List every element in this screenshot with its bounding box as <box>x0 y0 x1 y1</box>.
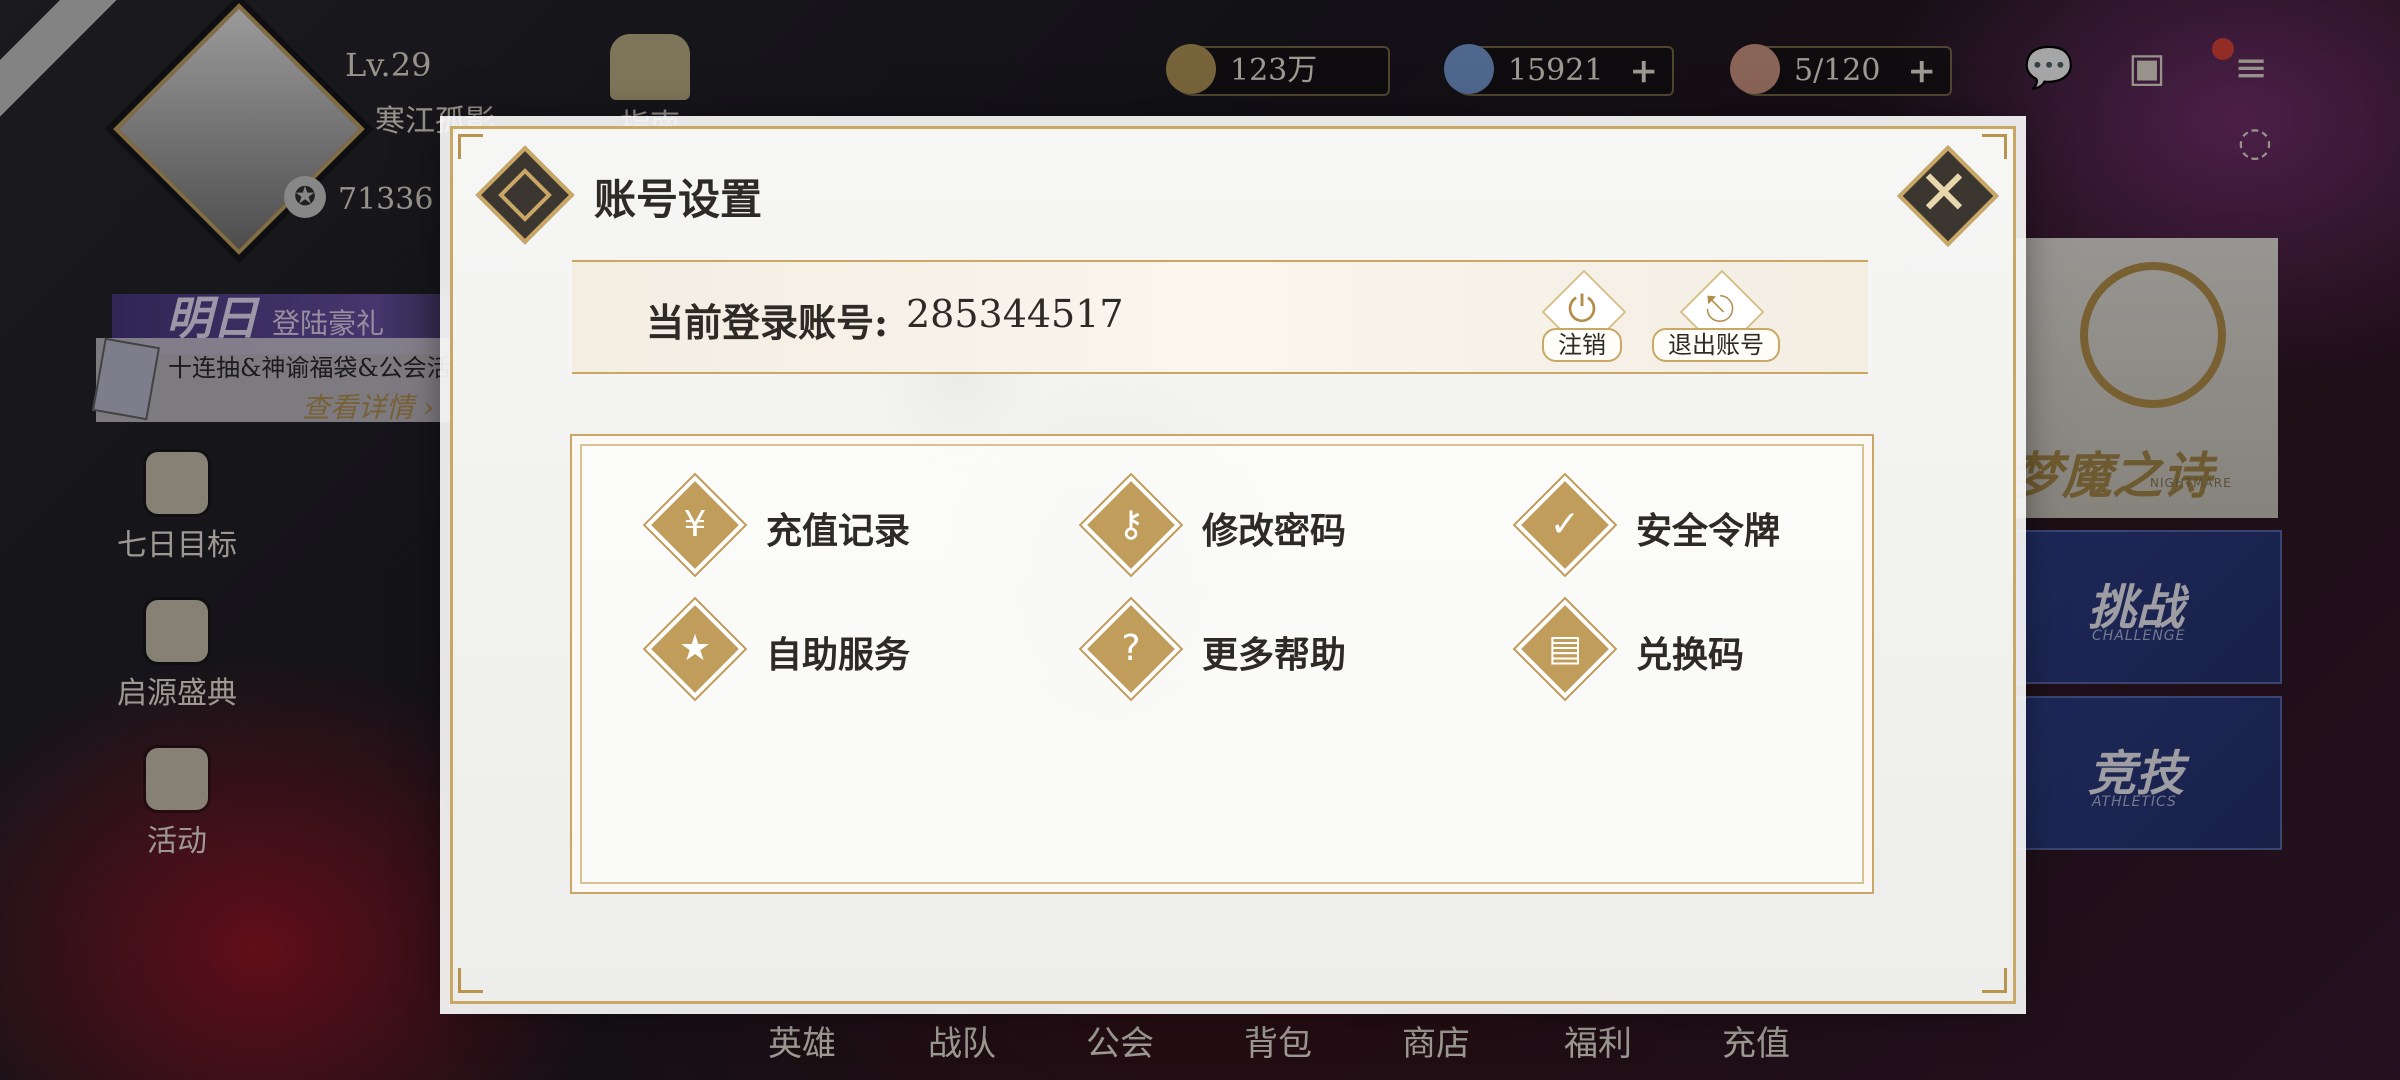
option-label: 修改密码 <box>1202 510 1347 552</box>
redeem-code-option[interactable]: ▤ 兑换码 <box>1520 604 1880 694</box>
security-token-option[interactable]: ✓ 安全令牌 <box>1520 480 1880 570</box>
dialog-title: 账号设置 <box>594 175 763 224</box>
self-service-option[interactable]: ★ 自助服务 <box>650 604 1010 694</box>
close-icon[interactable]: ✕ <box>1904 148 1984 238</box>
corner-ornament <box>458 968 483 993</box>
shield-icon: ✓ <box>1549 504 1581 545</box>
help-icon: ? <box>1121 628 1141 669</box>
option-label: 充值记录 <box>766 510 911 552</box>
deregister-button[interactable]: 注销 <box>1542 328 1622 362</box>
account-label: 当前登录账号: <box>646 300 889 345</box>
option-label: 更多帮助 <box>1202 634 1347 676</box>
recharge-history-option[interactable]: ¥ 充值记录 <box>650 480 1010 570</box>
option-label: 兑换码 <box>1636 634 1745 676</box>
key-icon: ⚷ <box>1117 504 1145 545</box>
corner-ornament <box>1982 968 2007 993</box>
option-label: 自助服务 <box>766 634 911 676</box>
bookmark-icon: ★ <box>678 628 712 669</box>
change-password-option[interactable]: ⚷ 修改密码 <box>1086 480 1446 570</box>
corner-ornament <box>1982 134 2007 159</box>
ticket-icon: ▤ <box>1547 628 1582 669</box>
more-help-option[interactable]: ? 更多帮助 <box>1086 604 1446 694</box>
account-id: 285344517 <box>906 292 1124 336</box>
exit-account-button[interactable]: 退出账号 <box>1652 328 1780 362</box>
corner-ornament <box>458 134 483 159</box>
option-label: 安全令牌 <box>1636 510 1781 552</box>
yuan-icon: ¥ <box>683 504 707 545</box>
